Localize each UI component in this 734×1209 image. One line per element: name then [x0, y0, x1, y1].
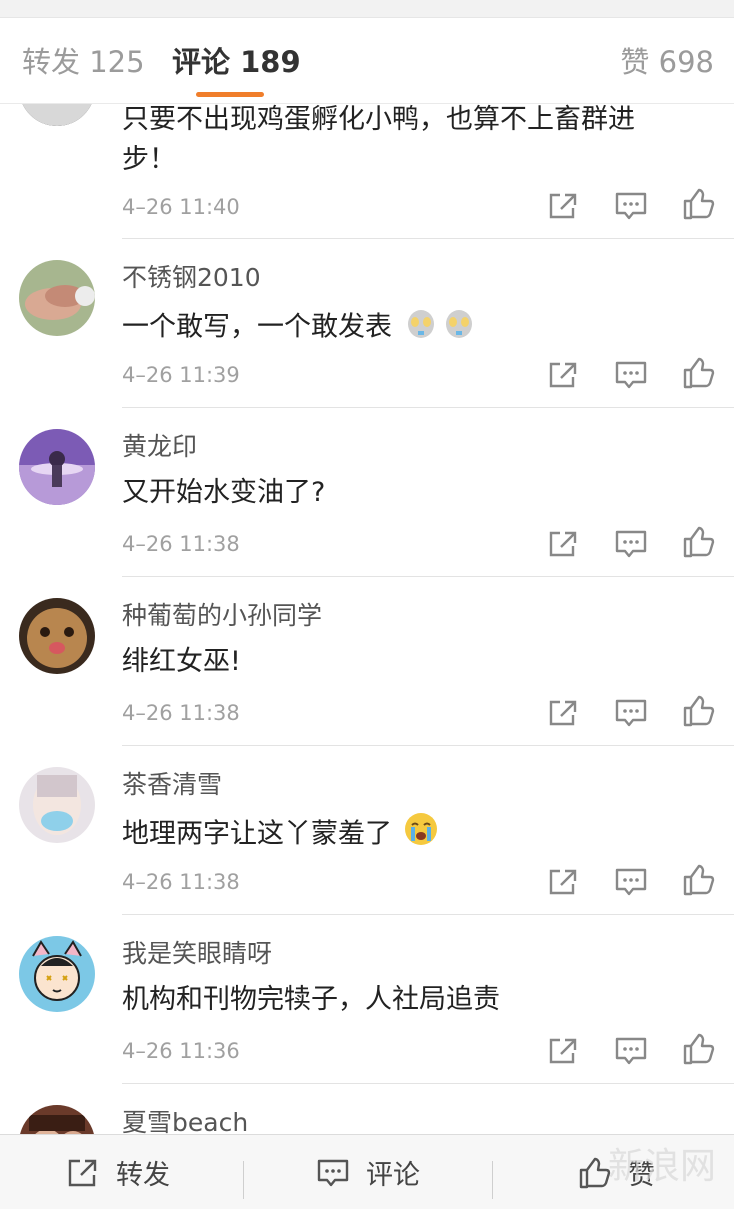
avatar[interactable] [19, 429, 95, 505]
reply-icon[interactable] [614, 190, 648, 222]
reply-icon[interactable] [614, 528, 648, 560]
comment-time: 4–26 11:38 [122, 701, 240, 725]
comment-text-body: 地理两字让这丫蒙羞了 [122, 818, 392, 850]
comment-button[interactable]: 评论 [316, 1135, 420, 1209]
share-icon[interactable] [546, 866, 580, 898]
like-icon[interactable] [682, 357, 716, 389]
comment-item: 夏雪beach [0, 1084, 734, 1134]
comment-item: 黄龙印 又开始水变油了? 4–26 11:38 [0, 408, 734, 577]
reply-icon[interactable] [614, 359, 648, 391]
comment-text: 机构和刊物完犊子，人社局追责 [122, 984, 500, 1015]
reply-icon[interactable] [614, 866, 648, 898]
comment-text: 又开始水变油了? [122, 477, 326, 508]
username[interactable]: 种葡萄的小孙同学 [122, 600, 322, 632]
watermark: 新浪网 [607, 1146, 716, 1187]
divider [492, 1161, 493, 1199]
comment-label: 评论 [366, 1160, 420, 1191]
like-icon[interactable] [682, 188, 716, 220]
avatar[interactable] [19, 936, 95, 1012]
share-icon[interactable] [546, 1035, 580, 1067]
like-icon[interactable] [682, 1033, 716, 1065]
comment-item: 我是笑眼睛呀 机构和刊物完犊子，人社局追责 4–26 11:36 [0, 915, 734, 1084]
crying-emoji [403, 811, 439, 859]
comment-item: 茶香清雪 地理两字让这丫蒙羞了 4–26 11:38 [0, 746, 734, 915]
avatar[interactable] [19, 767, 95, 843]
comment-list: 只要不出现鸡蛋孵化小鸭，也算不上畜群进 步！ 4–26 11:40 不锈钢201… [0, 104, 734, 1134]
comment-text: 地理两字让这丫蒙羞了 [122, 811, 439, 859]
reply-icon[interactable] [614, 1035, 648, 1067]
username[interactable]: 茶香清雪 [122, 769, 222, 801]
like-icon[interactable] [682, 695, 716, 727]
share-icon[interactable] [546, 697, 580, 729]
comment-item: 种葡萄的小孙同学 绯红女巫! 4–26 11:38 [0, 577, 734, 746]
ultraman-emoji [405, 304, 475, 352]
username[interactable]: 黄龙印 [122, 431, 197, 463]
comment-item: 不锈钢2010 一个敢写，一个敢发表 4–26 11:39 [0, 239, 734, 408]
tab-repost[interactable]: 转发 125 [22, 44, 145, 80]
avatar[interactable] [19, 1105, 95, 1134]
avatar[interactable] [19, 104, 95, 126]
comment-time: 4–26 11:38 [122, 870, 240, 894]
comment-text: 一个敢写，一个敢发表 [122, 304, 475, 352]
comment-text: 绯红女巫! [122, 646, 241, 677]
share-icon[interactable] [546, 359, 580, 391]
share-icon[interactable] [546, 528, 580, 560]
comment-text-body: 一个敢写，一个敢发表 [122, 311, 392, 343]
comment-time: 4–26 11:36 [122, 1039, 240, 1063]
tab-like[interactable]: 赞 698 [620, 44, 714, 80]
reply-icon[interactable] [614, 697, 648, 729]
username[interactable]: 夏雪beach [122, 1107, 248, 1134]
repost-label: 转发 [116, 1160, 170, 1191]
share-icon[interactable] [546, 190, 580, 222]
tab-comment[interactable]: 评论 189 [172, 44, 301, 80]
comment-text-line2: 步！ [122, 144, 176, 175]
repost-button[interactable]: 转发 [66, 1135, 170, 1209]
divider [243, 1161, 244, 1199]
comment-item: 只要不出现鸡蛋孵化小鸭，也算不上畜群进 步！ 4–26 11:40 [0, 104, 734, 239]
like-icon[interactable] [682, 864, 716, 896]
comment-icon [316, 1157, 366, 1189]
share-icon [66, 1157, 116, 1189]
username[interactable]: 不锈钢2010 [122, 262, 261, 294]
tab-bar: 转发 125 评论 189 赞 698 [0, 18, 734, 104]
like-icon[interactable] [682, 526, 716, 558]
active-tab-indicator [196, 92, 264, 97]
status-strip [0, 0, 734, 18]
comment-time: 4–26 11:38 [122, 532, 240, 556]
comment-time: 4–26 11:40 [122, 195, 240, 219]
bottom-action-bar: 转发 评论 赞 新浪网 [0, 1134, 734, 1209]
comment-time: 4–26 11:39 [122, 363, 240, 387]
avatar[interactable] [19, 598, 95, 674]
username[interactable]: 我是笑眼睛呀 [122, 938, 272, 970]
avatar[interactable] [19, 260, 95, 336]
comment-text: 只要不出现鸡蛋孵化小鸭，也算不上畜群进 [122, 104, 635, 135]
